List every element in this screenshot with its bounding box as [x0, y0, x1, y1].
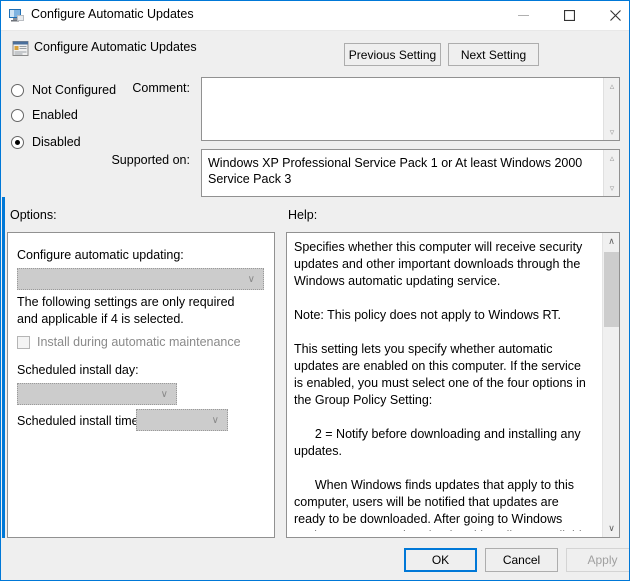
options-note: The following settings are only required…	[17, 294, 257, 328]
close-button[interactable]	[592, 1, 630, 30]
scheduled-install-day-dropdown: ∨	[17, 383, 177, 405]
supported-on-value: Windows XP Professional Service Pack 1 o…	[208, 155, 599, 187]
radio-not-configured[interactable]: Not Configured	[11, 83, 116, 97]
configure-updating-label: Configure automatic updating:	[17, 248, 184, 262]
title-bar: Configure Automatic Updates	[1, 1, 629, 31]
comment-label: Comment:	[104, 81, 190, 95]
supported-on-textarea[interactable]: Windows XP Professional Service Pack 1 o…	[201, 149, 620, 197]
scheduled-install-day-label: Scheduled install day:	[17, 363, 139, 377]
maximize-button[interactable]	[546, 1, 592, 30]
radio-label-enabled: Enabled	[32, 108, 78, 122]
chevron-down-icon: ∨	[161, 389, 168, 400]
previous-setting-button[interactable]: Previous Setting	[344, 43, 441, 66]
setting-title: Configure Automatic Updates	[34, 40, 197, 54]
policy-setting-icon	[12, 40, 29, 57]
next-setting-button[interactable]: Next Setting	[448, 43, 539, 66]
supported-on-scrollbar[interactable]: ▵ ▿	[603, 150, 619, 196]
configure-automatic-updates-dialog: Configure Automatic Updates Configure Au…	[0, 0, 630, 581]
chevron-down-icon: ∨	[248, 274, 255, 285]
supported-on-label: Supported on:	[94, 153, 190, 167]
apply-button: Apply	[566, 548, 630, 572]
cancel-button[interactable]: Cancel	[485, 548, 558, 572]
help-section-label: Help:	[288, 208, 317, 222]
install-during-maintenance-checkbox: Install during automatic maintenance	[17, 335, 241, 349]
minimize-button[interactable]	[500, 1, 546, 30]
radio-disabled[interactable]: Disabled	[11, 135, 81, 149]
help-scrollbar-thumb[interactable]	[604, 252, 619, 327]
scheduled-install-time-dropdown: ∨	[136, 409, 228, 431]
help-scroll-up-icon[interactable]: ∧	[603, 233, 620, 250]
help-scrollbar[interactable]: ∧ ∨	[602, 233, 619, 537]
scheduled-install-time-label: Scheduled install time:	[17, 414, 142, 428]
supported-scroll-up-icon[interactable]: ▵	[604, 150, 620, 166]
help-text: Specifies whether this computer will rec…	[294, 239, 591, 531]
radio-mark-enabled	[11, 109, 24, 122]
comment-scrollbar[interactable]: ▵ ▿	[603, 78, 619, 140]
accent-strip	[2, 197, 5, 538]
radio-enabled[interactable]: Enabled	[11, 108, 78, 122]
supported-scroll-down-icon[interactable]: ▿	[604, 180, 620, 196]
checkbox-box	[17, 336, 30, 349]
radio-mark-disabled	[11, 136, 24, 149]
ok-button[interactable]: OK	[404, 548, 477, 572]
comment-textarea[interactable]: ▵ ▿	[201, 77, 620, 141]
help-scroll-down-icon[interactable]: ∨	[603, 520, 620, 537]
monitor-policy-icon	[8, 7, 25, 24]
options-panel: Configure automatic updating: ∨ The foll…	[7, 232, 275, 538]
comment-scroll-down-icon[interactable]: ▿	[604, 124, 620, 140]
comment-scroll-up-icon[interactable]: ▵	[604, 78, 620, 94]
options-section-label: Options:	[10, 208, 57, 222]
configure-updating-dropdown: ∨	[17, 268, 264, 290]
chevron-down-icon: ∨	[212, 415, 219, 426]
window-title: Configure Automatic Updates	[31, 7, 194, 21]
help-panel: Specifies whether this computer will rec…	[286, 232, 620, 538]
radio-mark-not-configured	[11, 84, 24, 97]
radio-label-disabled: Disabled	[32, 135, 81, 149]
install-during-maintenance-label: Install during automatic maintenance	[37, 335, 241, 349]
